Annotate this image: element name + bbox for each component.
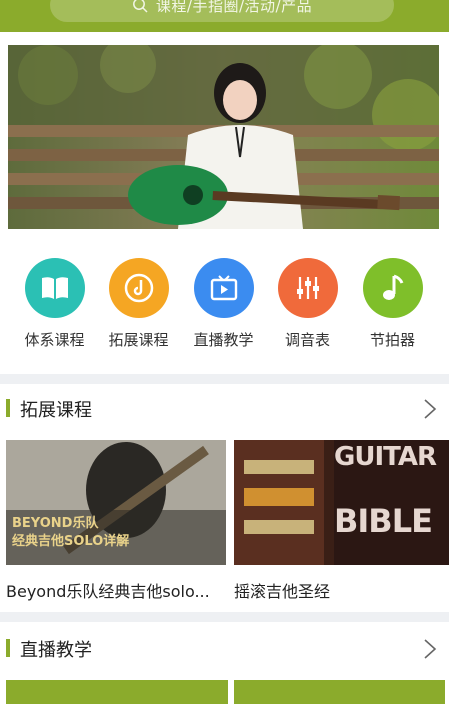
cover-text: BEYOND乐队: [12, 516, 99, 531]
search-bar[interactable]: 课程/手指圈/活动/产品: [50, 0, 394, 22]
chevron-right-icon: [424, 639, 437, 659]
course-thumbnail: GUITAR BIBLE: [234, 440, 449, 565]
nav-label: 体系课程: [24, 331, 85, 349]
section-divider: [0, 374, 449, 384]
section-accent-bar: [6, 399, 10, 417]
nav-live-teaching[interactable]: 直播教学: [181, 258, 266, 350]
section-title: 直播教学: [20, 640, 92, 661]
feature-nav: 体系课程 拓展课程 直播教学 调音表 节拍器: [0, 246, 449, 364]
section-title: 拓展课程: [20, 400, 92, 421]
course-title: 摇滚吉他圣经: [234, 582, 331, 601]
course-thumbnail: BEYOND乐队 经典吉他SOLO详解: [6, 440, 226, 565]
nav-label: 拓展课程: [108, 331, 169, 349]
nav-metronome[interactable]: 节拍器: [350, 258, 435, 350]
chevron-right-icon: [424, 399, 437, 419]
cover-text: GUITAR: [334, 442, 437, 472]
music-note-icon: [362, 258, 423, 318]
nav-label: 直播教学: [193, 331, 254, 349]
section-accent-bar: [6, 639, 10, 657]
cover-text: BIBLE: [334, 502, 433, 540]
nav-label: 节拍器: [369, 331, 415, 349]
section-header-live[interactable]: 直播教学: [0, 626, 449, 670]
section-header-extension[interactable]: 拓展课程: [0, 386, 449, 430]
tv-play-icon: [193, 258, 254, 318]
book-icon: [24, 258, 85, 318]
course-card[interactable]: BEYOND乐队 经典吉他SOLO详解 Beyond乐队经典吉他solo...: [6, 440, 226, 602]
sliders-icon: [277, 258, 338, 318]
nav-label: 调音表: [284, 331, 330, 349]
nav-tuner[interactable]: 调音表: [265, 258, 350, 350]
disc-icon: [108, 258, 169, 318]
banner-image[interactable]: [8, 45, 439, 229]
top-bar: 课程/手指圈/活动/产品: [0, 0, 449, 32]
banner-photo: [8, 45, 439, 229]
search-placeholder: 课程/手指圈/活动/产品: [155, 0, 313, 15]
live-card[interactable]: [234, 680, 445, 704]
nav-extension-course[interactable]: 拓展课程: [96, 258, 181, 350]
nav-system-course[interactable]: 体系课程: [12, 258, 97, 350]
cover-text: 经典吉他SOLO详解: [12, 534, 130, 549]
search-icon: [132, 0, 148, 13]
course-title: Beyond乐队经典吉他solo...: [6, 582, 210, 601]
course-card[interactable]: GUITAR BIBLE 摇滚吉他圣经: [234, 440, 449, 602]
live-card[interactable]: [6, 680, 228, 704]
section-divider: [0, 612, 449, 622]
